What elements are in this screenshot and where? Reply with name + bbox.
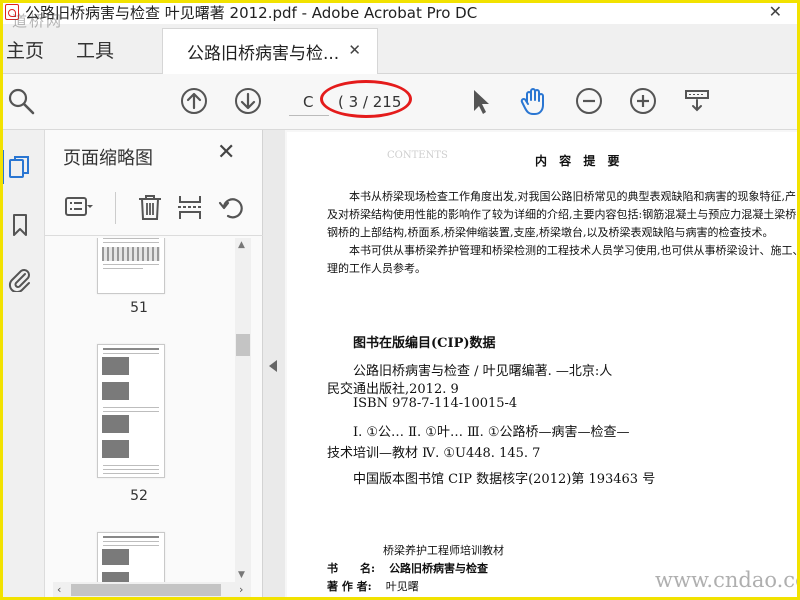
highlight-annotation-ellipse <box>320 80 412 118</box>
faint-page-mark: CONTENTS <box>387 150 448 161</box>
cip-line: Ⅰ. ①公… Ⅱ. ①叶… Ⅲ. ①公路桥—病害—检查— <box>353 425 630 440</box>
active-indicator <box>0 150 4 184</box>
cip-line: ISBN 978-7-114-10015-4 <box>353 396 518 411</box>
toolbar: C ( 3 / 215 <box>0 74 800 130</box>
thumbnail-page-51[interactable] <box>97 238 165 294</box>
meta-row: 书 名: 公路旧桥病害与检查 <box>327 560 502 576</box>
series-title: 桥梁养护工程师培训教材 <box>383 544 504 557</box>
watermark-left: 道桥网 <box>12 12 64 30</box>
attachment-icon[interactable] <box>7 266 33 294</box>
select-pointer-icon[interactable] <box>465 86 495 116</box>
tab-tools[interactable]: 工具 <box>76 36 114 63</box>
window-close-button[interactable]: ✕ <box>769 2 782 21</box>
tab-bar: 主页 工具 公路旧桥病害与检... ✕ <box>0 24 800 74</box>
tab-document-label: 公路旧桥病害与检... <box>187 44 340 64</box>
next-page-icon[interactable] <box>233 86 263 116</box>
title-bar: 公路旧桥病害与检查 叶见曙著 2012.pdf - Adobe Acrobat … <box>0 0 800 24</box>
document-heading: 内 容 提 要 <box>535 154 624 168</box>
extract-pages-icon[interactable] <box>175 192 205 222</box>
thumbnail-vertical-scrollbar[interactable]: ▲ ▼ <box>235 238 251 583</box>
options-menu-icon[interactable] <box>63 192 93 222</box>
thumbnail-label-52: 52 <box>130 488 148 504</box>
paragraph-line: 理的工作人员参考。 <box>327 262 426 275</box>
panel-toolbar <box>45 182 263 236</box>
hand-tool-icon[interactable] <box>519 86 549 116</box>
search-icon[interactable] <box>6 86 36 116</box>
paragraph-line: 及对桥梁结构使用性能的影响作了较为详细的介绍,主要内容包括:钢筋混凝土与预应力混… <box>327 208 797 221</box>
thumbnail-horizontal-scrollbar[interactable]: ‹ › <box>53 582 251 598</box>
document-page: CONTENTS 内 容 提 要 本书从桥梁现场检查工作角度出发,对我国公路旧桥… <box>287 132 800 600</box>
horizontal-scrollbar-thumb[interactable] <box>71 584 221 596</box>
meta-row: 责任编辑:… <box>327 595 400 600</box>
tab-close-button[interactable]: ✕ <box>348 41 361 59</box>
cip-title: 图书在版编目(CIP)数据 <box>353 336 496 351</box>
scroll-mode-icon[interactable] <box>682 86 712 116</box>
cip-line: 技术培训—教材 Ⅳ. ①U448. 145. 7 <box>327 446 541 461</box>
delete-icon[interactable] <box>135 192 165 222</box>
meta-value: 叶见曙 <box>385 580 419 593</box>
meta-key: 著 作 者: <box>327 580 372 593</box>
thumbnail-list[interactable]: 51 52 <box>45 238 245 583</box>
thumbnail-page-52[interactable] <box>97 344 165 478</box>
scrollbar-thumb[interactable] <box>236 334 250 356</box>
collapse-panel-icon[interactable] <box>269 360 277 372</box>
watermark-right: www.cndao.com <box>655 568 800 592</box>
cip-line: 民交通出版社,2012. 9 <box>327 382 459 397</box>
thumbnail-page-53[interactable] <box>97 532 165 583</box>
zoom-out-icon[interactable] <box>574 86 604 116</box>
page-thumbnails-icon[interactable] <box>7 154 33 180</box>
paragraph-line: 钢桥的上部结构,桥面系,桥梁伸缩装置,支座,桥梁墩台,以及桥梁表观缺陷与病害的检… <box>327 226 774 239</box>
cip-line: 公路旧桥病害与检查 / 叶见曙编著. —北京:人 <box>353 364 613 379</box>
window-title: 公路旧桥病害与检查 叶见曙著 2012.pdf - Adobe Acrobat … <box>25 3 478 22</box>
paragraph-line: 本书从桥梁现场检查工作角度出发,对我国公路旧桥常见的典型表观缺陷和病害的现象特征… <box>327 190 796 203</box>
paragraph-line: 本书可供从事桥梁养护管理和桥梁检测的工程技术人员学习使用,也可供从事桥梁设计、施… <box>327 244 800 257</box>
tab-document[interactable]: 公路旧桥病害与检... ✕ <box>162 28 378 74</box>
panel-title: 页面缩略图 <box>63 148 153 169</box>
panel-close-button[interactable]: ✕ <box>217 140 235 165</box>
bookmark-icon[interactable] <box>7 212 33 238</box>
zoom-in-icon[interactable] <box>628 86 658 116</box>
toolbar-divider <box>115 192 116 224</box>
meta-key: 书 名: <box>327 562 376 575</box>
tab-home[interactable]: 主页 <box>6 36 44 63</box>
meta-row: 著 作 者: 叶见曙 <box>327 578 419 594</box>
rotate-icon[interactable] <box>217 192 247 222</box>
previous-page-icon[interactable] <box>179 86 209 116</box>
thumbnails-panel: 页面缩略图 ✕ 51 52 ▲ ▼ ‹ › <box>45 130 263 600</box>
cip-line: 中国版本图书馆 CIP 数据核字(2012)第 193463 号 <box>353 472 656 487</box>
left-rail <box>0 130 45 600</box>
meta-value: 公路旧桥病害与检查 <box>389 562 489 575</box>
thumbnail-label-51: 51 <box>130 300 148 316</box>
panel-splitter[interactable] <box>263 130 285 600</box>
